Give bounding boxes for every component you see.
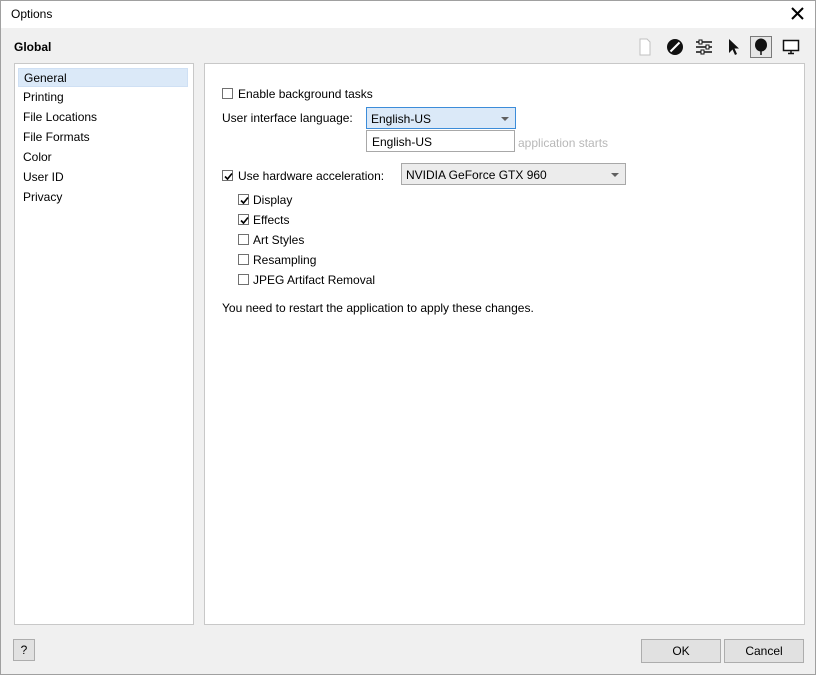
ui-language-dropdown: English-US xyxy=(366,130,515,152)
ui-language-select[interactable]: English-US xyxy=(366,107,516,129)
effects-label: Effects xyxy=(253,213,290,227)
ui-language-value: English-US xyxy=(371,112,432,126)
display-label: Display xyxy=(253,193,293,207)
chevron-down-icon xyxy=(611,173,619,177)
jpeg-artifact-checkbox[interactable] xyxy=(238,274,249,285)
page-icon[interactable] xyxy=(634,36,656,58)
gpu-select[interactable]: NVIDIA GeForce GTX 960 xyxy=(401,163,626,185)
resampling-checkbox[interactable] xyxy=(238,254,249,265)
resampling-label: Resampling xyxy=(253,253,317,267)
background-tasks-label: Enable background tasks xyxy=(238,87,373,101)
options-dialog: Options Global General Printing File Loc… xyxy=(0,0,816,675)
nav-item-privacy[interactable]: Privacy xyxy=(18,188,188,207)
sliders-icon[interactable] xyxy=(693,36,715,58)
nav-item-general[interactable]: General xyxy=(18,68,188,87)
art-styles-checkbox[interactable] xyxy=(238,234,249,245)
language-option[interactable]: English-US xyxy=(372,135,432,149)
restart-note: You need to restart the application to a… xyxy=(222,301,534,315)
cancel-button[interactable]: Cancel xyxy=(724,639,804,663)
window-title: Options xyxy=(11,7,53,21)
title-bar: Options xyxy=(1,1,815,28)
no-entry-icon[interactable] xyxy=(664,36,686,58)
toolbar: Global xyxy=(1,28,815,60)
language-hint-text: application starts xyxy=(518,136,609,150)
ok-button[interactable]: OK xyxy=(641,639,721,663)
ui-language-label: User interface language: xyxy=(222,111,353,125)
monitor-icon[interactable] xyxy=(780,36,802,58)
hw-accel-checkbox[interactable] xyxy=(222,170,233,181)
hw-accel-label: Use hardware acceleration: xyxy=(238,169,385,183)
balloon-icon[interactable] xyxy=(750,36,772,58)
background-tasks-checkbox[interactable] xyxy=(222,88,233,99)
nav-item-printing[interactable]: Printing xyxy=(18,88,188,107)
category-list: General Printing File Locations File For… xyxy=(14,63,194,625)
chevron-down-icon xyxy=(501,117,509,121)
close-icon[interactable] xyxy=(787,3,809,25)
display-checkbox[interactable] xyxy=(238,194,249,205)
nav-item-file-formats[interactable]: File Formats xyxy=(18,128,188,147)
nav-item-user-id[interactable]: User ID xyxy=(18,168,188,187)
nav-item-file-locations[interactable]: File Locations xyxy=(18,108,188,127)
nav-item-color[interactable]: Color xyxy=(18,148,188,167)
art-styles-label: Art Styles xyxy=(253,233,305,247)
help-button[interactable]: ? xyxy=(13,639,35,661)
effects-checkbox[interactable] xyxy=(238,214,249,225)
gpu-value: NVIDIA GeForce GTX 960 xyxy=(406,168,547,182)
pointer-icon[interactable] xyxy=(722,36,744,58)
section-title: Global xyxy=(14,40,52,54)
jpeg-artifact-label: JPEG Artifact Removal xyxy=(253,273,376,287)
